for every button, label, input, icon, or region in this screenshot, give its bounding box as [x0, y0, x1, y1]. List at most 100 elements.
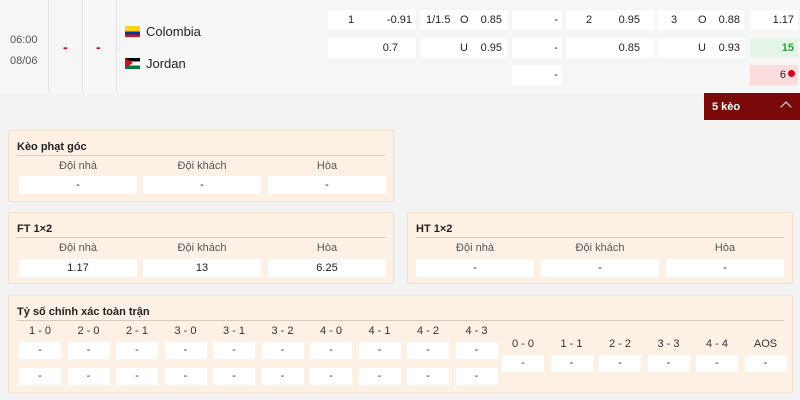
score-odds-value[interactable]: -	[599, 355, 641, 372]
score-header: 2 - 2	[608, 338, 631, 350]
ht-1x2-panel: HT 1×2 Đội nhà Đội khách Hòa - - -	[407, 212, 793, 284]
score-odds-value[interactable]: -	[310, 342, 352, 359]
score-odds-value[interactable]: -	[116, 342, 158, 359]
odds-value[interactable]: -	[143, 176, 261, 194]
odds-cell[interactable]: 0.85	[566, 38, 654, 58]
score-odds-value[interactable]: -	[261, 342, 304, 359]
odds-value[interactable]: 1.17	[19, 259, 137, 277]
divider	[116, 0, 117, 93]
score-odds-value[interactable]: -	[744, 355, 787, 372]
score-odds-value[interactable]: -	[261, 368, 304, 385]
odds-cell[interactable]: 15	[750, 38, 798, 58]
score-odds-value[interactable]: -	[407, 342, 449, 359]
score-odds-value[interactable]: -	[67, 368, 110, 385]
chevron-up-icon	[780, 101, 792, 113]
score-odds-value[interactable]: -	[164, 342, 207, 359]
score-odds-value[interactable]: -	[310, 368, 352, 385]
odds-value[interactable]: -	[541, 259, 659, 277]
match-time: 06:00 08/06	[10, 30, 38, 72]
handicap-home-odds[interactable]: 1 -0.91	[328, 10, 416, 30]
col-header: Đội nhà	[59, 160, 97, 172]
odds-cell[interactable]: 3 O 0.88	[658, 10, 744, 30]
ou-line: 1/1.5	[426, 14, 451, 26]
score-header: 2 - 0	[77, 325, 100, 337]
odds-value[interactable]: -	[666, 259, 784, 277]
score-header: 1 - 0	[28, 325, 51, 337]
odds-value: -	[554, 69, 558, 81]
odds-value[interactable]: -	[416, 259, 534, 277]
col-header: Đội khách	[177, 242, 227, 254]
colombia-flag-icon	[125, 26, 140, 37]
away-team-name: Jordan	[146, 56, 186, 71]
odds-cell[interactable]: -	[512, 65, 562, 85]
panel-title: Tỷ số chính xác toàn trận	[17, 306, 150, 318]
score-odds-value[interactable]: -	[647, 355, 690, 372]
odds-value: 15	[781, 42, 794, 54]
score-odds-value[interactable]: -	[455, 342, 498, 359]
score-header: 4 - 1	[368, 325, 391, 337]
col-header: Hòa	[316, 242, 338, 254]
panel-title: HT 1×2	[416, 223, 453, 235]
score-odds-value[interactable]: -	[358, 368, 401, 385]
handicap-away-odds[interactable]: 0.7	[328, 38, 416, 58]
odds-cell[interactable]: U 0.93	[658, 38, 744, 58]
odds-value[interactable]: 13	[143, 259, 261, 277]
kickoff-date: 08/06	[10, 55, 38, 67]
score-header: 4 - 4	[705, 338, 728, 350]
over-value: 0.85	[480, 14, 502, 26]
divider	[17, 237, 385, 238]
odds-value[interactable]: -	[19, 176, 137, 194]
odds-value: 1.17	[772, 14, 794, 26]
score-header: 0 - 0	[511, 338, 534, 350]
odds-cell[interactable]: 6	[750, 65, 798, 85]
down-arrow-icon	[788, 70, 795, 77]
col-header: Đội khách	[177, 160, 227, 172]
score-odds-value[interactable]: -	[696, 355, 738, 372]
home-team[interactable]: Colombia	[125, 24, 201, 39]
score-odds-value[interactable]: -	[213, 342, 255, 359]
col-header: Đội nhà	[456, 242, 494, 254]
score-odds-value[interactable]: -	[407, 368, 449, 385]
home-score: -	[63, 39, 68, 55]
handicap-home-value: -0.91	[386, 14, 412, 26]
handicap-away-value: 0.7	[382, 42, 398, 54]
odds-value: 0.95	[618, 14, 640, 26]
handicap-line: 1	[348, 14, 355, 26]
odds-cell[interactable]: 1.17	[750, 10, 798, 30]
score-odds-value[interactable]: -	[213, 368, 255, 385]
score-header: AOS	[753, 338, 778, 350]
under-odds[interactable]: U 0.95	[420, 38, 508, 58]
odds-cell[interactable]: -	[512, 38, 562, 58]
score-odds-value[interactable]: -	[550, 355, 593, 372]
divider	[48, 0, 49, 93]
score-odds-value[interactable]: -	[358, 342, 401, 359]
score-odds-value[interactable]: -	[502, 355, 544, 372]
correct-score-panel: Tỷ số chính xác toàn trận 1 - 0--2 - 0--…	[8, 295, 793, 393]
away-team[interactable]: Jordan	[125, 56, 186, 71]
score-header: 4 - 0	[319, 325, 342, 337]
score-header: 3 - 3	[657, 338, 680, 350]
divider	[416, 237, 784, 238]
panel-title: FT 1×2	[17, 223, 53, 235]
odds-line: 2	[586, 14, 593, 26]
score-header: 4 - 2	[416, 325, 439, 337]
score-header: 1 - 1	[560, 338, 583, 350]
score-header: 3 - 0	[174, 325, 197, 337]
score-odds-value[interactable]: -	[116, 368, 158, 385]
match-row: 06:00 08/06 - - Colombia Jordan 1 -0.91 …	[0, 0, 800, 93]
odds-value[interactable]: 6.25	[268, 259, 386, 277]
score-odds-value[interactable]: -	[19, 342, 61, 359]
collapse-odds-button[interactable]: 5 kèo	[704, 93, 800, 120]
col-header: Hòa	[714, 242, 736, 254]
home-team-name: Colombia	[146, 24, 201, 39]
odds-cell[interactable]: -	[512, 10, 562, 30]
score-odds-value[interactable]: -	[455, 368, 498, 385]
odds-cell[interactable]: 2 0.95	[566, 10, 654, 30]
odds-value[interactable]: -	[268, 176, 386, 194]
score-header: 3 - 1	[222, 325, 245, 337]
away-score: -	[96, 39, 101, 55]
score-odds-value[interactable]: -	[19, 368, 61, 385]
score-odds-value[interactable]: -	[164, 368, 207, 385]
over-odds[interactable]: 1/1.5 O 0.85	[420, 10, 508, 30]
score-odds-value[interactable]: -	[67, 342, 110, 359]
